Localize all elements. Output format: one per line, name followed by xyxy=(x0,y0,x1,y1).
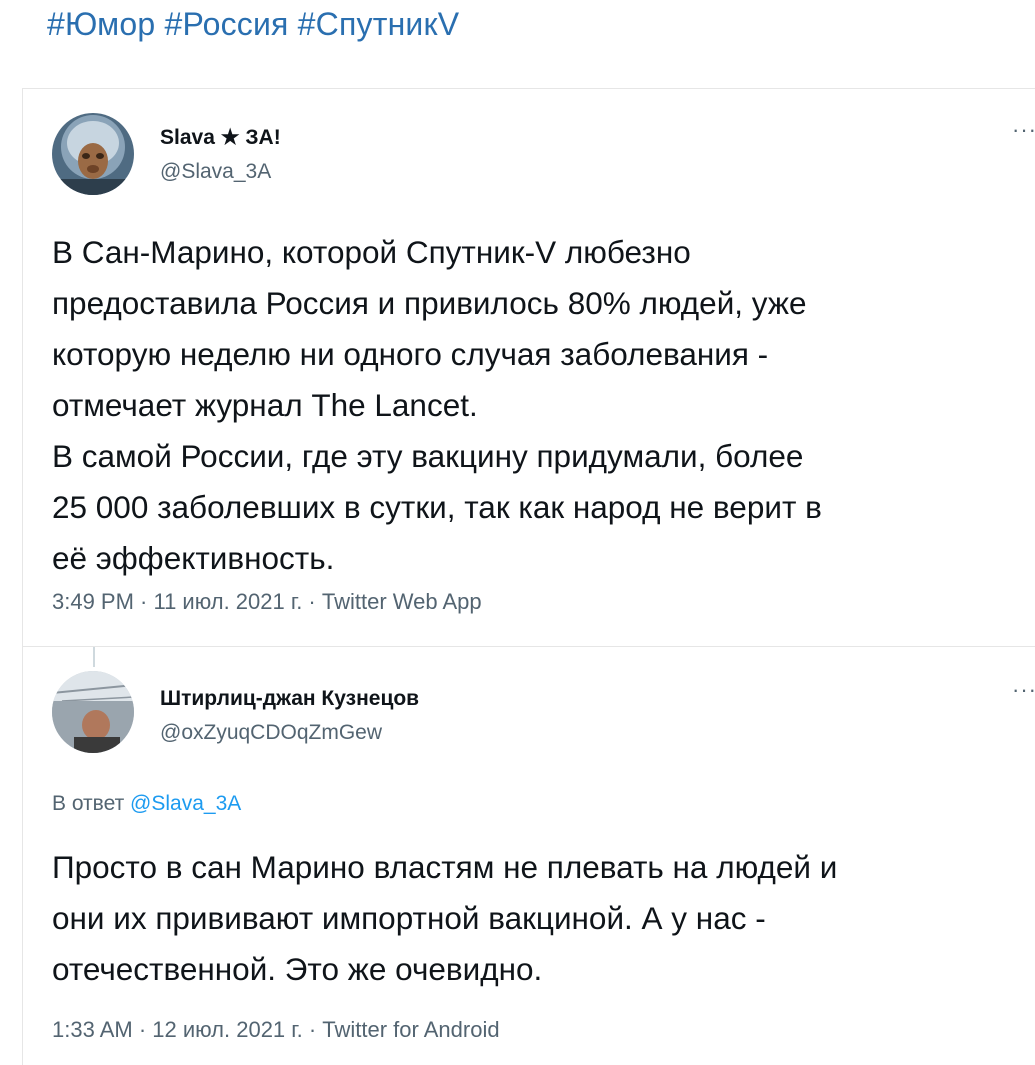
author-name[interactable]: Штирлиц-джан Кузнецов xyxy=(160,687,419,711)
reply-to-prefix: В ответ xyxy=(52,792,125,815)
tweet-text-line: отмечает журнал The Lancet. xyxy=(52,387,478,423)
tweet-text: Просто в сан Марино властям не плевать н… xyxy=(52,842,1035,995)
tweet-text-line: её эффективность. xyxy=(52,540,335,576)
more-options-icon[interactable]: ··· xyxy=(1012,117,1035,143)
hashtags-caption[interactable]: #Юмор #Россия #СпутникV xyxy=(47,6,459,43)
tweet-text-line: В Сан-Марино, которой Спутник-V любезно xyxy=(52,234,691,270)
author-handle[interactable]: @Slava_3A xyxy=(160,160,271,184)
more-options-icon[interactable]: ··· xyxy=(1012,677,1035,703)
avatar-image xyxy=(52,671,134,753)
tweet-text-line: отечественной. Это же очевидно. xyxy=(52,951,543,987)
author-handle[interactable]: @oxZyuqCDOqZmGew xyxy=(160,721,382,745)
thread-connector-line xyxy=(93,647,95,667)
avatar[interactable] xyxy=(52,671,134,753)
reply-to-handle-link[interactable]: @Slava_3A xyxy=(130,792,241,815)
tweet-text-line: предоставила Россия и привилось 80% люде… xyxy=(52,285,807,321)
avatar[interactable] xyxy=(52,113,134,195)
tweet-timestamp[interactable]: 1:33 AM · 12 июл. 2021 г. · Twitter for … xyxy=(52,1017,500,1043)
screenshot: #Юмор #Россия #СпутникV Slava ★ ЗА! @Sla… xyxy=(0,0,1035,1065)
author-name[interactable]: Slava ★ ЗА! xyxy=(160,125,281,150)
tweet-card[interactable]: Штирлиц-джан Кузнецов @oxZyuqCDOqZmGew ·… xyxy=(22,646,1035,1065)
tweet-text-line: они их прививают импортной вакциной. А у… xyxy=(52,900,766,936)
reply-to-label: В ответ @Slava_3A xyxy=(52,792,241,816)
tweet-text: В Сан-Марино, которой Спутник-V любезно … xyxy=(52,227,1035,584)
tweet-text-line: которую неделю ни одного случая заболева… xyxy=(52,336,769,372)
tweet-timestamp[interactable]: 3:49 PM · 11 июл. 2021 г. · Twitter Web … xyxy=(52,589,482,615)
tweet-card[interactable]: Slava ★ ЗА! @Slava_3A ··· В Сан-Марино, … xyxy=(22,88,1035,646)
tweet-text-line: 25 000 заболевших в сутки, так как народ… xyxy=(52,489,822,525)
avatar-image xyxy=(52,113,134,195)
tweet-text-line: Просто в сан Марино властям не плевать н… xyxy=(52,849,838,885)
tweet-text-line: В самой России, где эту вакцину придумал… xyxy=(52,438,804,474)
